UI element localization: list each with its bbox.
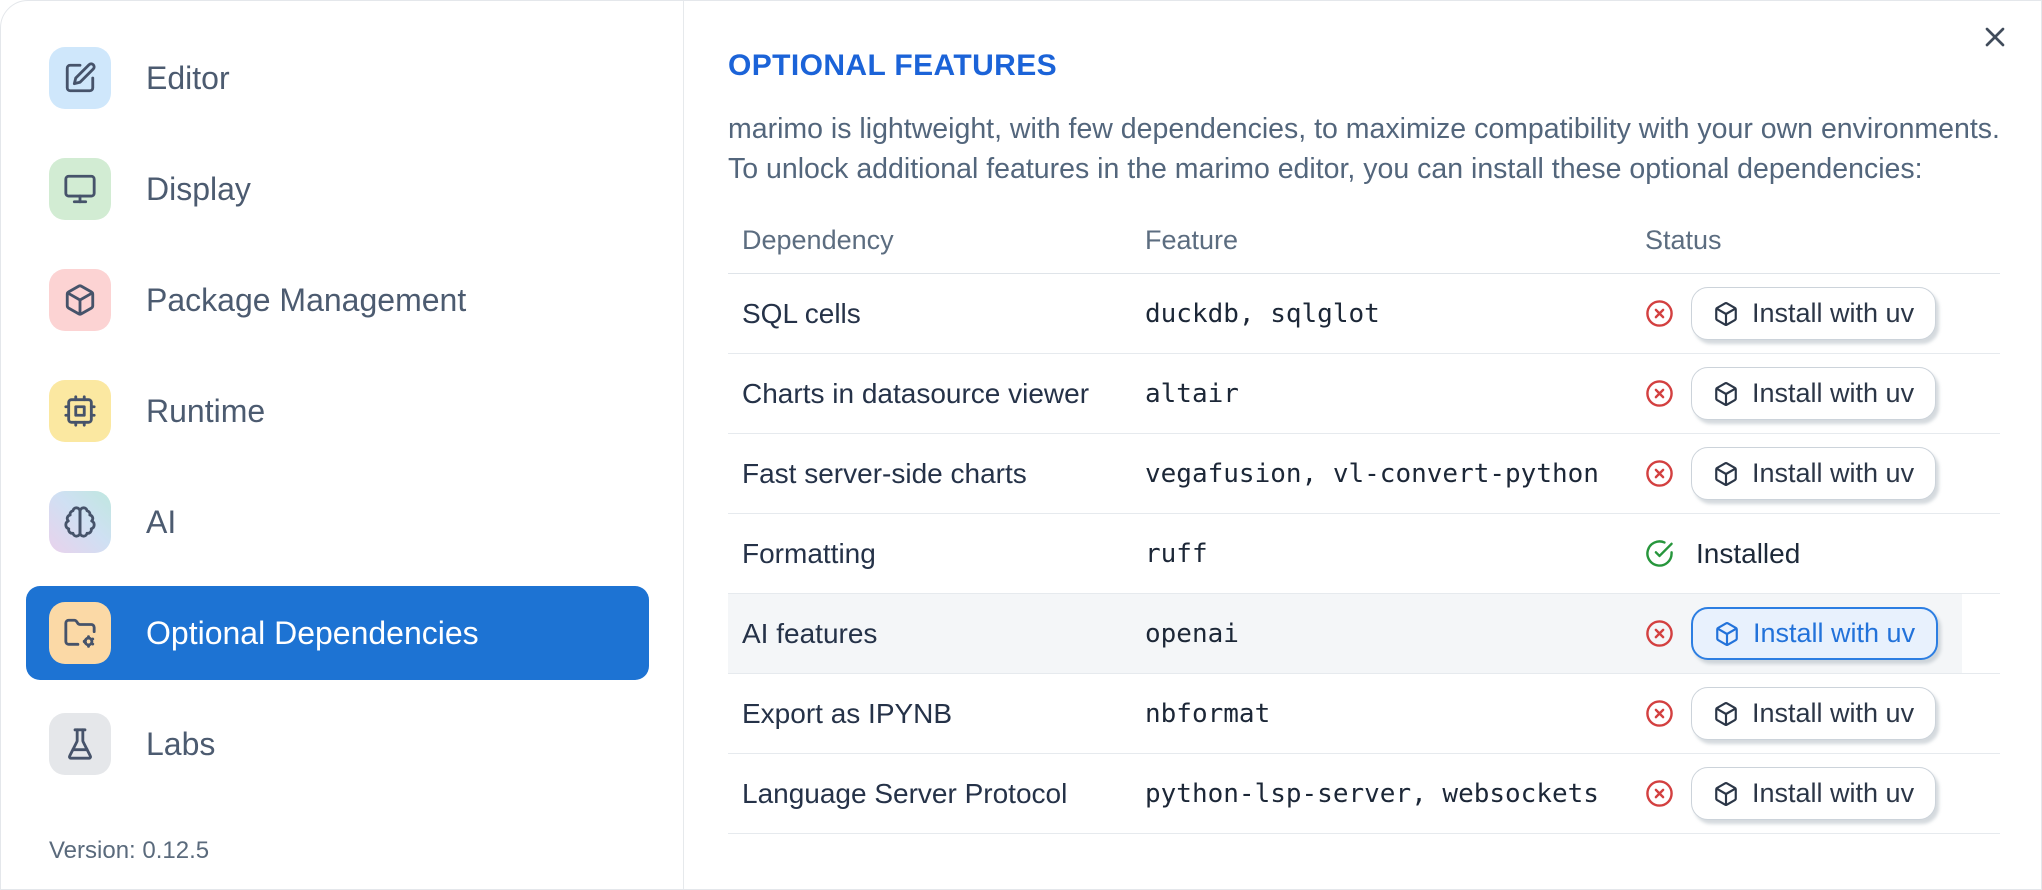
sidebar-item-runtime[interactable]: Runtime xyxy=(26,364,649,458)
feature-cell: openai xyxy=(1145,618,1239,649)
dependency-cell: Formatting xyxy=(742,537,876,569)
monitor-icon xyxy=(49,158,111,220)
sidebar-nav: Editor Display Package Management Runtime AI… xyxy=(26,31,649,791)
circle-x-icon xyxy=(1645,779,1674,808)
column-header-feature: Feature xyxy=(1145,225,1239,255)
box-icon xyxy=(1713,701,1739,727)
install-with-uv-button[interactable]: Install with uv xyxy=(1691,287,1937,340)
table-row: Charts in datasource viewer altair Install… xyxy=(728,354,2000,434)
main-panel: OPTIONAL FEATURES marimo is lightweight,… xyxy=(684,1,2041,889)
circle-x-icon xyxy=(1645,699,1674,728)
status-cell: Install with uv xyxy=(1645,367,2000,420)
edit-icon xyxy=(49,47,111,109)
status-cell: Install with uv xyxy=(1645,687,2000,740)
dependency-cell: AI features xyxy=(742,617,878,649)
feature-cell: duckdb, sqlglot xyxy=(1145,298,1380,329)
package-icon xyxy=(49,269,111,331)
table-row: Language Server Protocol python-lsp-serve… xyxy=(728,754,2000,834)
status-cell: Install with uv xyxy=(1645,607,2000,660)
install-button-label: Install with uv xyxy=(1752,778,1915,808)
dependency-cell: SQL cells xyxy=(742,297,861,329)
install-button-label: Install with uv xyxy=(1752,378,1915,408)
sidebar-item-display[interactable]: Display xyxy=(26,142,649,236)
cpu-icon xyxy=(49,380,111,442)
box-icon xyxy=(1713,301,1739,327)
install-button-label: Install with uv xyxy=(1752,698,1915,728)
column-header-status: Status xyxy=(1645,225,1722,255)
status-cell: Install with uv xyxy=(1645,287,2000,340)
page-title: OPTIONAL FEATURES xyxy=(728,49,1058,82)
feature-cell: nbformat xyxy=(1145,698,1271,729)
box-icon xyxy=(1713,381,1739,407)
install-with-uv-button[interactable]: Install with uv xyxy=(1691,767,1937,820)
feature-cell: altair xyxy=(1145,378,1239,409)
status-cell: Installed xyxy=(1645,538,2000,570)
sidebar-item-labs[interactable]: Labs xyxy=(26,697,649,791)
table-row: Fast server-side charts vegafusion, vl-co… xyxy=(728,434,2000,514)
install-with-uv-button[interactable]: Install with uv xyxy=(1691,607,1939,660)
box-icon xyxy=(1713,781,1739,807)
table-row: Export as IPYNB nbformat Install with uv xyxy=(728,674,2000,754)
close-icon[interactable] xyxy=(1973,15,2017,59)
table-body: SQL cells duckdb, sqlglot Install with uv C… xyxy=(728,274,2000,834)
sidebar-item-label: Editor xyxy=(146,59,230,96)
sidebar-item-label: AI xyxy=(146,503,177,540)
dependency-cell: Language Server Protocol xyxy=(742,777,1068,809)
installed-label: Installed xyxy=(1696,537,1801,569)
description: marimo is lightweight, with few dependen… xyxy=(728,109,2000,189)
dependency-cell: Charts in datasource viewer xyxy=(742,377,1090,409)
install-button-label: Install with uv xyxy=(1752,298,1915,328)
box-icon xyxy=(1713,461,1739,487)
install-button-label: Install with uv xyxy=(1753,618,1916,648)
description-line: To unlock additional features in the mar… xyxy=(728,153,1923,185)
table-row: SQL cells duckdb, sqlglot Install with uv xyxy=(728,274,2000,354)
status-cell: Install with uv xyxy=(1645,447,2000,500)
column-header-dependency: Dependency xyxy=(742,225,894,255)
sidebar-item-label: Labs xyxy=(146,725,216,762)
sidebar-item-label: Runtime xyxy=(146,392,266,429)
circle-check-icon xyxy=(1645,539,1674,568)
table-header-row: Dependency Feature Status xyxy=(728,208,2000,274)
box-icon xyxy=(1714,621,1740,647)
circle-x-icon xyxy=(1645,619,1674,648)
dependency-cell: Export as IPYNB xyxy=(742,697,953,729)
circle-x-icon xyxy=(1645,459,1674,488)
circle-x-icon xyxy=(1645,379,1674,408)
settings-dialog: Editor Display Package Management Runtime AI… xyxy=(0,0,2042,890)
sidebar-item-package-management[interactable]: Package Management xyxy=(26,253,649,347)
table-row: AI features openai Install with uv xyxy=(728,594,2000,674)
dependencies-table: Dependency Feature Status SQL cells duckd… xyxy=(728,208,2000,834)
install-with-uv-button[interactable]: Install with uv xyxy=(1691,447,1937,500)
flask-icon xyxy=(49,713,111,775)
status-cell: Install with uv xyxy=(1645,767,2000,820)
install-button-label: Install with uv xyxy=(1752,458,1915,488)
circle-x-icon xyxy=(1645,299,1674,328)
sidebar-item-ai[interactable]: AI xyxy=(26,475,649,569)
feature-cell: ruff xyxy=(1145,538,1208,569)
description-line: marimo is lightweight, with few dependen… xyxy=(728,113,2000,145)
sidebar-item-label: Optional Dependencies xyxy=(146,614,479,651)
sidebar-item-editor[interactable]: Editor xyxy=(26,31,649,125)
install-with-uv-button[interactable]: Install with uv xyxy=(1691,367,1937,420)
table-row: Formatting ruff Installed xyxy=(728,514,2000,594)
sidebar-item-label: Display xyxy=(146,170,251,207)
folder-cog-icon xyxy=(49,602,111,664)
feature-cell: python-lsp-server, websockets xyxy=(1145,778,1599,809)
sidebar-item-label: Package Management xyxy=(146,281,467,318)
sidebar: Editor Display Package Management Runtime AI… xyxy=(1,1,684,889)
brain-icon xyxy=(49,491,111,553)
sidebar-item-optional-dependencies[interactable]: Optional Dependencies xyxy=(26,586,649,680)
install-with-uv-button[interactable]: Install with uv xyxy=(1691,687,1937,740)
version-label: Version: 0.12.5 xyxy=(49,837,210,864)
dependency-cell: Fast server-side charts xyxy=(742,457,1027,489)
feature-cell: vegafusion, vl-convert-python xyxy=(1145,458,1599,489)
